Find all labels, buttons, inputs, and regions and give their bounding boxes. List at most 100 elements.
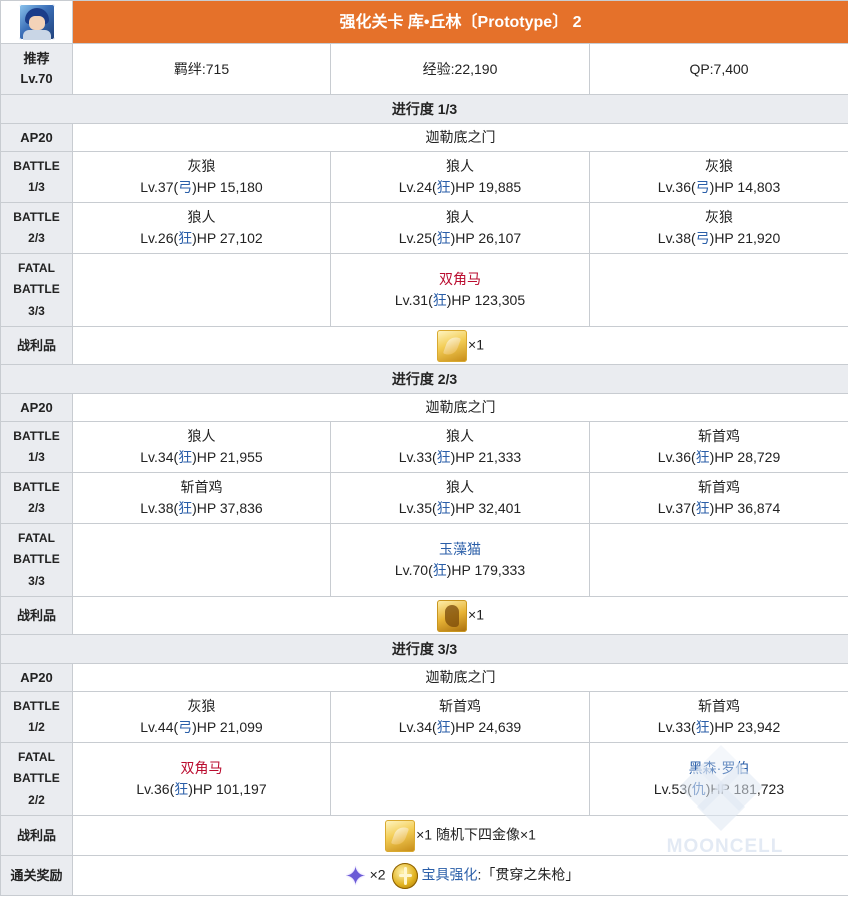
enemy-name: 狼人 [187,428,216,444]
enemy-class-link[interactable]: 狂 [178,230,192,246]
quest-title: 强化关卡 库•丘林〔Prototype〕 2 [71,0,848,44]
drop-quantity: ×1 [468,606,484,623]
np-upgrade-icon[interactable] [391,862,418,889]
enemy-name: 灰狼 [705,158,734,174]
enemy-class-link[interactable]: 狂 [696,449,710,465]
boss-name-link[interactable]: 双角马 [73,758,330,779]
enemy-stats: Lv.33(狂)HP 21,333 [398,449,522,465]
enemy-stats: Lv.36(狂)HP 28,729 [657,449,781,465]
boss-stats: Lv.36(狂)HP 101,197 [136,781,267,797]
drops-row: 战利品 ×1 随机下四金像×1 [0,815,848,856]
enemy-class-link[interactable]: 狂 [174,781,188,797]
enemy-class-link[interactable]: 弓 [178,179,192,195]
enemy-stats: Lv.26(狂)HP 27,102 [140,230,263,246]
enemy-cell: 狼人 Lv.25(狂)HP 26,107 [330,202,590,254]
dragon-claw-icon[interactable] [437,599,468,632]
boss-name-link[interactable]: 黑森·罗伯 [590,758,848,779]
battle-row: BATTLE 1/2 灰狼 Lv.44(弓)HP 21,099 斩首鸡 Lv.34(… [0,691,848,743]
avatar-cell [0,0,73,44]
recommend-row: 推荐 Lv.70 羁绊:715 经验:22,190 QP:7,400 [0,43,848,95]
enemy-class-link[interactable]: 狂 [696,719,710,735]
battle-label: FATAL BATTLE 3/3 [0,253,73,327]
ap-row: AP20 迦勒底之门 [0,393,848,422]
enemy-class-link[interactable]: 狂 [437,230,451,246]
enemy-name: 灰狼 [187,698,216,714]
location-name: 迦勒底之门 [71,663,848,692]
location-name: 迦勒底之门 [71,123,848,152]
quest-table: 强化关卡 库•丘林〔Prototype〕 2 推荐 Lv.70 羁绊:715 经… [0,0,848,896]
boss-cell: 玉藻猫 Lv.70(狂)HP 179,333 [330,523,590,597]
boss-name-link[interactable]: 双角马 [331,269,589,290]
battle-row: BATTLE 1/3 狼人 Lv.34(狂)HP 21,955 狼人 Lv.33(狂… [0,421,848,473]
enemy-cell: 斩首鸡 Lv.36(狂)HP 28,729 [588,421,848,473]
enemy-cell: 狼人 Lv.34(狂)HP 21,955 [72,421,331,473]
battle-label: FATAL BATTLE 3/3 [0,523,73,597]
enemy-cell: 斩首鸡 Lv.34(狂)HP 24,639 [330,691,590,743]
enemy-stats: Lv.24(狂)HP 19,885 [398,179,522,195]
boss-cell: 黑森·罗伯 Lv.53(仇)HP 181,723 [588,742,848,816]
enemy-class-link[interactable]: 狂 [696,500,710,516]
fatal-battle-row: FATAL BATTLE 2/2 双角马 Lv.36(狂)HP 101,197 黑… [0,742,848,816]
empty-cell [588,253,848,327]
enemy-class-link[interactable]: 狂 [178,449,192,465]
location-name: 迦勒底之门 [71,393,848,422]
ap-row: AP20 迦勒底之门 [0,123,848,152]
enemy-name: 狼人 [446,428,474,444]
enemy-cell: 斩首鸡 Lv.38(狂)HP 37,836 [72,472,331,524]
enemy-cell: 狼人 Lv.33(狂)HP 21,333 [330,421,590,473]
enemy-cell: 灰狼 Lv.37(弓)HP 15,180 [72,151,331,203]
enemy-stats: Lv.36(弓)HP 14,803 [657,179,781,195]
np-name: :「贯穿之朱枪」 [477,866,580,883]
enemy-cell: 狼人 Lv.35(狂)HP 32,401 [330,472,590,524]
progress-row: 进行度 3/3 [0,634,848,664]
enemy-class-link[interactable]: 弓 [696,230,710,246]
header-row: 强化关卡 库•丘林〔Prototype〕 2 [0,0,848,44]
battle-label: BATTLE 1/2 [0,691,73,743]
drops-row: 战利品 ×1 [0,596,848,635]
progress-row: 进行度 2/3 [0,364,848,394]
enemy-class-link[interactable]: 狂 [433,562,447,578]
enemy-stats: Lv.34(狂)HP 24,639 [398,719,522,735]
enemy-class-link[interactable]: 狂 [433,292,447,308]
enemy-class-link[interactable]: 狂 [437,179,451,195]
battle-row: BATTLE 2/3 狼人 Lv.26(狂)HP 27,102 狼人 Lv.25(狂… [0,202,848,254]
enemy-stats: Lv.25(狂)HP 26,107 [398,230,522,246]
battle-label: BATTLE 1/3 [0,421,73,473]
golden-feather-icon[interactable] [437,329,468,362]
enemy-name: 斩首鸡 [698,698,741,714]
enemy-cell: 灰狼 Lv.38(弓)HP 21,920 [588,202,848,254]
enemy-class-link[interactable]: 狂 [178,500,192,516]
np-upgrade-link[interactable]: 宝具强化 [422,866,478,882]
enemy-stats: Lv.34(狂)HP 21,955 [140,449,263,465]
enemy-class-link[interactable]: 狂 [437,719,451,735]
progress-title: 进行度 1/3 [0,94,848,124]
boss-name-link[interactable]: 玉藻猫 [331,539,589,560]
enemy-class-link[interactable]: 弓 [696,179,710,195]
boss-stats: Lv.70(狂)HP 179,333 [394,562,526,578]
fatal-battle-row: FATAL BATTLE 3/3 双角马 Lv.31(狂)HP 123,305 [0,253,848,327]
enemy-class-link[interactable]: 狂 [437,500,451,516]
enemy-class-link[interactable]: 狂 [437,449,451,465]
saint-quartz-icon[interactable]: ✦ [342,862,370,890]
boss-cell: 双角马 Lv.36(狂)HP 101,197 [72,742,331,816]
empty-cell [588,523,848,597]
ap-row: AP20 迦勒底之门 [0,663,848,692]
progress-row: 进行度 1/3 [0,94,848,124]
battle-label: BATTLE 1/3 [0,151,73,203]
drops-label: 战利品 [0,326,73,365]
clear-reward-cell: ✦ ×2 宝具强化:「贯穿之朱枪」 [71,855,848,896]
enemy-cell: 灰狼 Lv.36(弓)HP 14,803 [588,151,848,203]
exp-value: 经验:22,190 [330,43,590,95]
drops-label: 战利品 [0,815,73,856]
servant-avatar-icon[interactable] [18,4,55,40]
enemy-class-link[interactable]: 仇 [692,781,706,797]
golden-feather-icon[interactable] [385,819,416,852]
empty-cell [72,253,331,327]
enemy-stats: Lv.33(狂)HP 23,942 [657,719,781,735]
enemy-name: 狼人 [187,209,216,225]
boss-stats: Lv.31(狂)HP 123,305 [394,292,526,308]
enemy-class-link[interactable]: 弓 [178,719,192,735]
empty-cell [330,742,590,816]
ap-cost: AP20 [0,123,73,152]
drops-row: 战利品 ×1 [0,326,848,365]
